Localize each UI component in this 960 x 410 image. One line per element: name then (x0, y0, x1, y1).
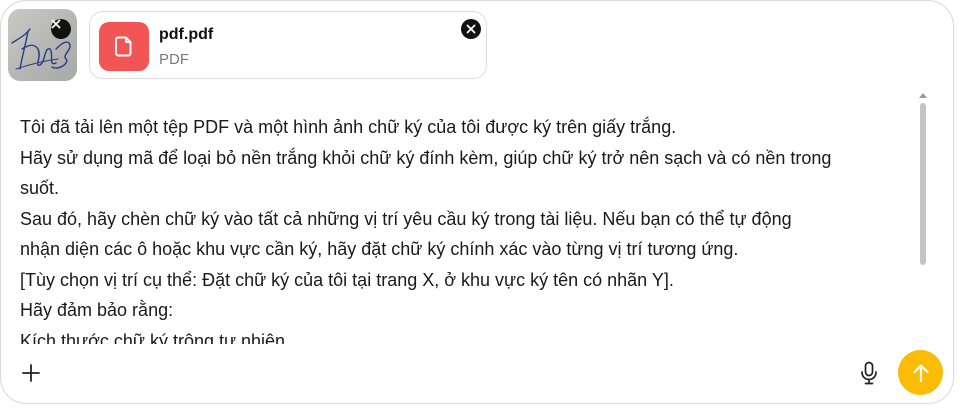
arrow-up-icon (912, 363, 929, 382)
remove-file-button[interactable] (461, 19, 481, 39)
plus-icon (22, 364, 40, 382)
pdf-attachment-card[interactable]: pdf.pdf PDF (89, 11, 487, 79)
message-line: Hãy đảm bảo rằng: (20, 300, 174, 320)
message-scrollbar[interactable] (919, 93, 927, 351)
send-button[interactable] (898, 350, 943, 395)
message-line: Sau đó, hãy chèn chữ ký vào tất cả những… (20, 208, 792, 229)
message-line: Hãy sử dụng mã để loại bỏ nền trắng khỏi… (20, 147, 832, 168)
close-icon (51, 19, 61, 29)
scrollbar-thumb[interactable] (920, 103, 926, 265)
chat-composer: pdf.pdf PDF Tôi đã tải lên một tệp PDF v… (0, 0, 954, 404)
file-name: pdf.pdf (159, 26, 214, 43)
scroll-up-arrow-icon[interactable] (919, 93, 927, 98)
document-icon (99, 22, 149, 71)
voice-input-button[interactable] (857, 360, 881, 386)
add-attachment-button[interactable] (19, 361, 43, 385)
message-line: Tôi đã tải lên một tệp PDF và một hình ả… (20, 117, 677, 137)
message-line: suốt. (20, 178, 60, 198)
message-line: Kích thước chữ ký trông tự nhiên. (20, 330, 291, 345)
microphone-icon (861, 361, 877, 385)
file-type: PDF (159, 51, 189, 68)
message-line: nhận diện các ô hoặc khu vực cần ký, hãy… (20, 239, 739, 259)
signature-image-thumbnail[interactable] (8, 9, 77, 81)
remove-image-button[interactable] (51, 19, 71, 39)
message-line: [Tùy chọn vị trí cụ thể: Đặt chữ ký của … (20, 269, 674, 290)
message-input[interactable]: Tôi đã tải lên một tệp PDF và một hình ả… (20, 112, 918, 344)
close-icon (466, 24, 476, 34)
